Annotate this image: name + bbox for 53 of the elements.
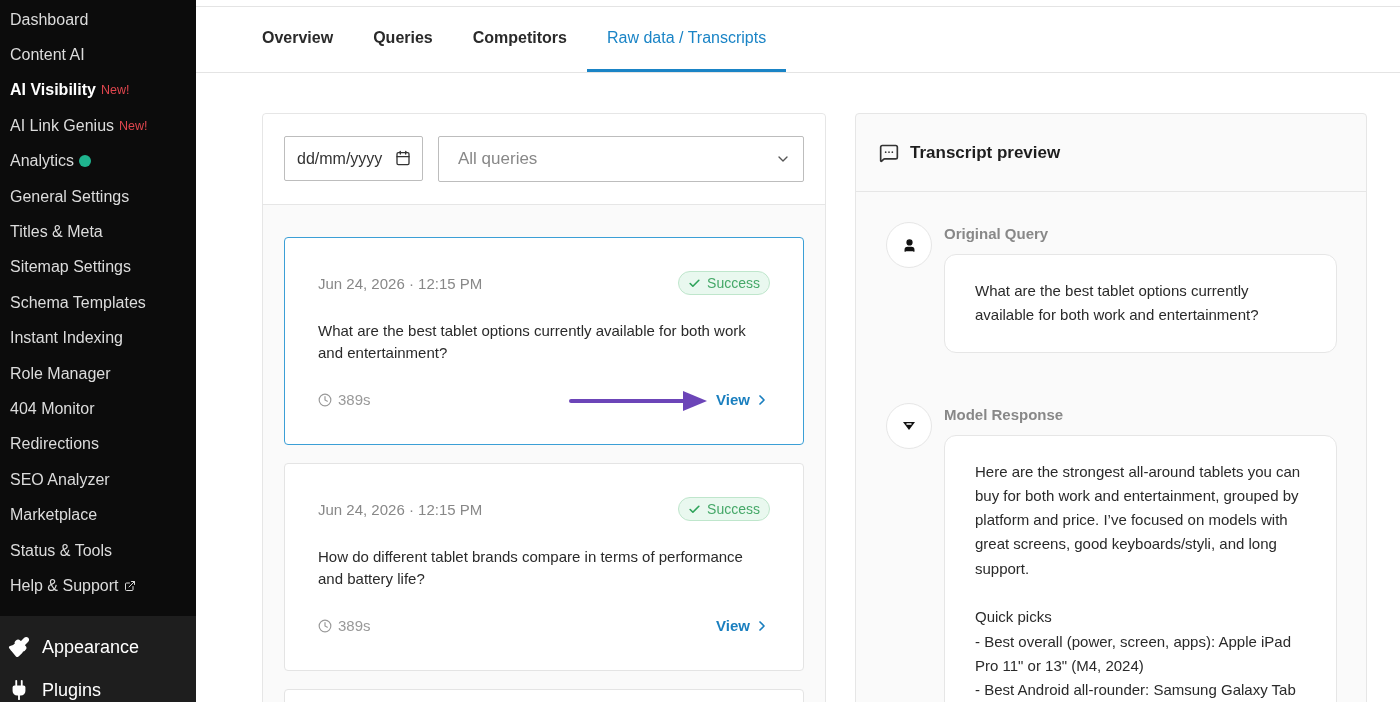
section-label: Model Response: [944, 405, 1065, 423]
tab[interactable]: Queries: [353, 7, 453, 72]
query-select[interactable]: All queries: [438, 136, 804, 182]
new-label: New!: [119, 118, 148, 133]
sidebar-item[interactable]: Schema Templates: [0, 285, 196, 321]
new-label: New!: [100, 83, 130, 98]
duration-text: 389s: [318, 617, 371, 634]
section-label: Original Query: [944, 225, 1050, 242]
gem-icon: [902, 420, 916, 431]
status-badge: Success: [678, 497, 770, 521]
message-bubble: What are the best tablet options currently available for both work and entertainment?: [944, 254, 1337, 353]
sidebar-item[interactable]: Instant Indexing: [0, 320, 196, 356]
sidebar-item[interactable]: Dashboard: [0, 2, 196, 38]
sidebar-item[interactable]: General Settings: [0, 178, 196, 215]
person-icon: [901, 237, 917, 253]
clock-icon: [318, 392, 332, 407]
sidebar-item[interactable]: Titles & Meta: [0, 214, 196, 250]
duration-text: 389s: [318, 391, 371, 408]
sidebar-item[interactable]: SEO Analyzer: [0, 462, 196, 498]
paintbrush-icon: [8, 636, 30, 659]
admin-menu-item[interactable]: Appearance: [0, 625, 196, 669]
view-link[interactable]: View: [716, 391, 770, 408]
sidebar-item[interactable]: Analytics: [0, 143, 196, 179]
sidebar-item[interactable]: Role Manager: [0, 355, 196, 392]
run-date: Jun 24, 2026 · 12:15 PM: [318, 274, 483, 292]
run-card[interactable]: Jun 24, 2026 · 12:15 PM Success How do different tablet brands compare in terms of performance and battery life? 389s View: [284, 463, 804, 671]
query-text: What are the best tablet options currently available for both work and entertainment?: [318, 321, 747, 363]
calendar-icon[interactable]: [395, 150, 411, 166]
clock-icon: [318, 618, 332, 633]
sidebar-item[interactable]: Marketplace: [0, 497, 196, 533]
sidebar-item[interactable]: Status & Tools: [0, 532, 196, 569]
run-date: Jun 24, 2026 · 12:15 PM: [318, 500, 483, 518]
sidebar-item[interactable]: AI Link Genius New!: [0, 108, 196, 144]
message-bubble: Here are the strongest all-around tablets you can buy for both work and entertainment, grouped by platform and price. I’ve focused on models with great screens, good keyboards/styli, and long support. Quick picks - Best overall (power, screen, apps): Apple iPad Pro 11" or 13" (M4, 2024) - Best Android all-rounder: Samsung Galaxy Tab: [944, 434, 1337, 702]
status-badge: Success: [678, 271, 770, 295]
tab[interactable]: Raw data / Transcripts: [587, 7, 787, 72]
tab[interactable]: Overview: [242, 7, 354, 72]
panel-title: Transcript preview: [910, 142, 1061, 163]
sidebar-item[interactable]: Help & Support: [0, 568, 196, 604]
check-icon: [688, 276, 702, 290]
view-link[interactable]: View: [716, 617, 770, 634]
sidebar-item[interactable]: 404 Monitor: [0, 391, 196, 427]
run-card[interactable]: Jun 24, 2026 · 12:15 PM Success What are the best tablet options currently available for both work and entertainment? 389s View: [284, 237, 804, 445]
tab[interactable]: Competitors: [452, 7, 587, 72]
message-icon: [879, 142, 899, 163]
check-icon: [688, 502, 702, 516]
query-text: How do different tablet brands compare in terms of performance and battery life?: [318, 547, 744, 589]
sidebar-item[interactable]: AI Visibility New!: [0, 72, 196, 109]
date-field[interactable]: dd/mm/yyyy: [284, 136, 423, 181]
sidebar-item[interactable]: Sitemap Settings: [0, 249, 196, 286]
sidebar-item[interactable]: Redirections: [0, 426, 196, 463]
sidebar-item[interactable]: Content AI: [0, 37, 196, 73]
admin-menu-item[interactable]: Plugins: [0, 668, 196, 702]
